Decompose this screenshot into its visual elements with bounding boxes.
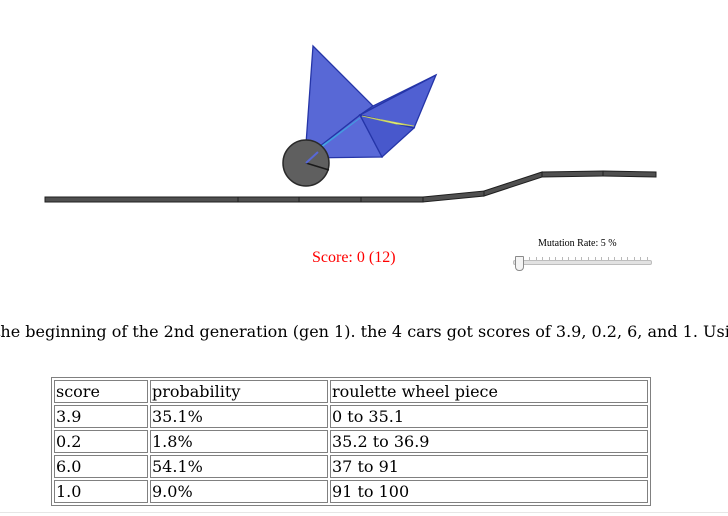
table-row: 0.2 1.8% 35.2 to 36.9 xyxy=(54,430,648,453)
score-display: Score: 0 (12) xyxy=(312,249,396,266)
table-row: 3.9 35.1% 0 to 35.1 xyxy=(54,405,648,428)
track-segment xyxy=(298,196,362,203)
mutation-rate-label: Mutation Rate: 5 % xyxy=(538,238,617,249)
track-segment xyxy=(237,196,300,203)
table-header-row: score probability roulette wheel piece xyxy=(54,380,648,403)
cell-probability: 35.1% xyxy=(150,405,328,428)
cell-score: 0.2 xyxy=(54,430,148,453)
cell-probability: 1.8% xyxy=(150,430,328,453)
track-segment xyxy=(44,196,239,203)
header-roulette-piece: roulette wheel piece xyxy=(330,380,648,403)
table-row: 6.0 54.1% 37 to 91 xyxy=(54,455,648,478)
cell-probability: 9.0% xyxy=(150,480,328,503)
track-segment xyxy=(422,190,485,203)
track-segment xyxy=(602,170,657,178)
car xyxy=(303,44,438,160)
cell-piece: 0 to 35.1 xyxy=(330,405,648,428)
wheel xyxy=(282,139,330,187)
header-score: score xyxy=(54,380,148,403)
cell-probability: 54.1% xyxy=(150,455,328,478)
cell-score: 3.9 xyxy=(54,405,148,428)
track-segment xyxy=(541,170,604,178)
track-segment xyxy=(483,171,543,197)
mutation-rate-slider[interactable] xyxy=(510,252,652,274)
roulette-table: score probability roulette wheel piece 3… xyxy=(51,377,651,506)
header-probability: probability xyxy=(150,380,328,403)
track xyxy=(44,170,657,203)
divider xyxy=(0,512,728,513)
table-row: 1.0 9.0% 91 to 100 xyxy=(54,480,648,503)
cell-piece: 35.2 to 36.9 xyxy=(330,430,648,453)
track-segment xyxy=(360,196,424,203)
slider-thumb[interactable] xyxy=(515,256,524,271)
cell-score: 6.0 xyxy=(54,455,148,478)
cell-score: 1.0 xyxy=(54,480,148,503)
generation-description: the beginning of the 2nd generation (gen… xyxy=(0,322,728,341)
cell-piece: 37 to 91 xyxy=(330,455,648,478)
cell-piece: 91 to 100 xyxy=(330,480,648,503)
slider-track[interactable] xyxy=(513,260,652,265)
